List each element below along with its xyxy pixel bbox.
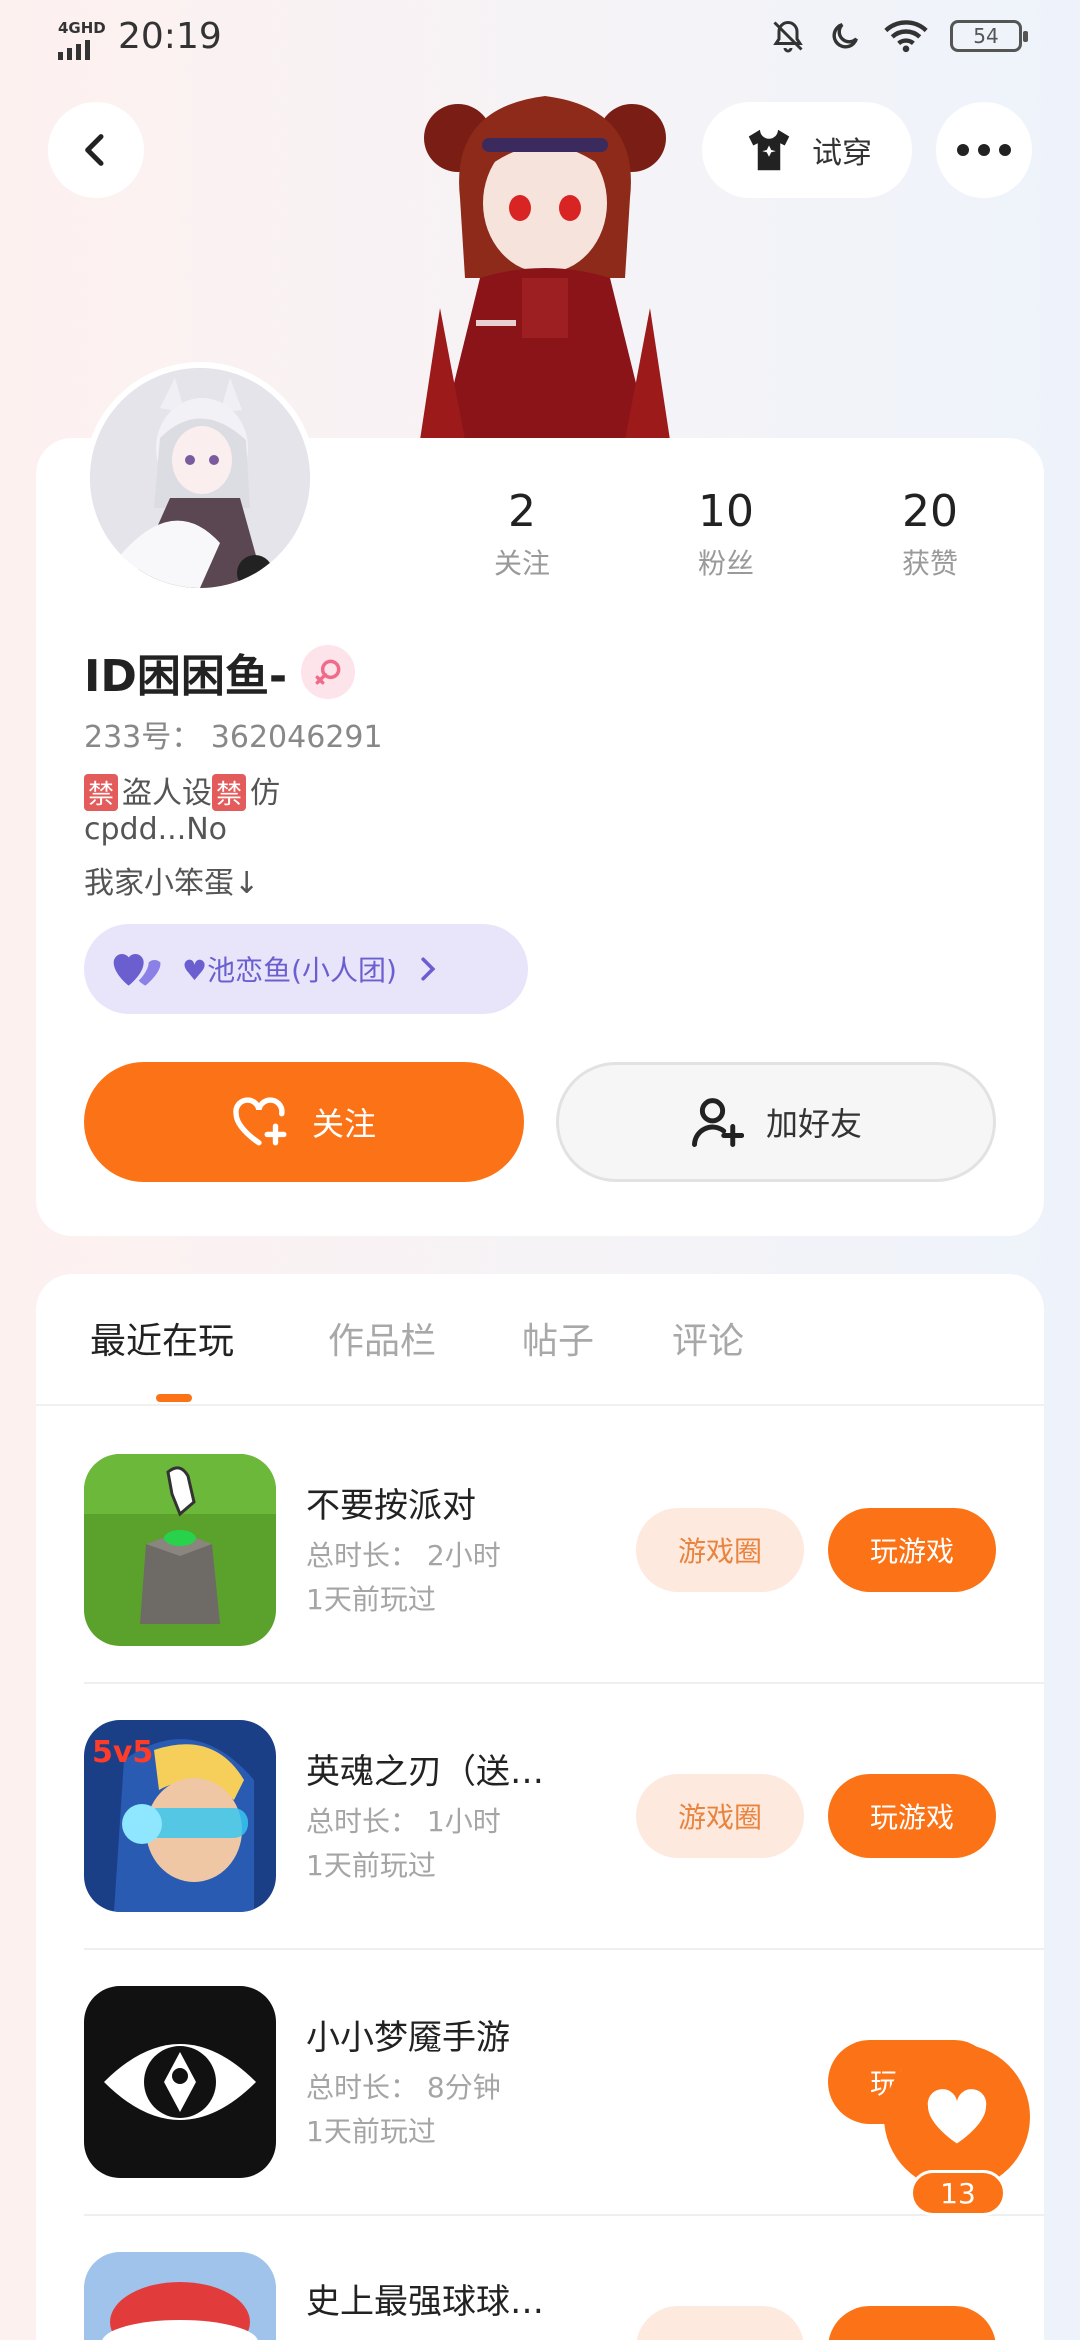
stat-likes[interactable]: 20 获赞 <box>860 486 1000 582</box>
tab-recently-played[interactable]: 最近在玩 <box>90 1312 234 1364</box>
game-name: 史上最强球球… <box>306 2282 544 2322</box>
fan-group-button[interactable]: ♥池恋鱼(小人团) <box>84 924 528 1014</box>
back-button[interactable] <box>48 102 144 198</box>
game-duration: 总时长： 8分钟 <box>306 2071 501 2104</box>
tab-comments[interactable]: 评论 <box>672 1312 744 1364</box>
signal-icon <box>58 40 106 60</box>
bio-line-1: 禁盗人设禁仿 <box>84 768 280 812</box>
tab-posts[interactable]: 帖子 <box>522 1312 594 1364</box>
game-icon[interactable]: 5v5 <box>84 1720 276 1912</box>
ban-tag: 禁 <box>212 774 247 811</box>
ban-tag: 禁 <box>84 774 119 811</box>
add-friend-button[interactable]: 加好友 <box>556 1062 996 1182</box>
game-circle-button[interactable]: 游戏圈 <box>636 1774 804 1858</box>
game-last-played: 1天前玩过 <box>306 1849 436 1882</box>
user-id: 233号： 362046291 <box>84 720 383 755</box>
row-divider <box>84 2214 1044 2216</box>
stat-following[interactable]: 2 关注 <box>452 486 592 582</box>
chevron-right-icon <box>421 957 436 981</box>
character-avatar[interactable] <box>420 78 670 440</box>
row-divider <box>84 1948 1044 1950</box>
tab-divider <box>36 1404 1044 1406</box>
try-on-label: 试穿 <box>812 136 872 171</box>
follow-label: 关注 <box>311 1105 376 1143</box>
name-row: ID困困鱼- <box>84 640 356 704</box>
game-name: 不要按派对 <box>306 1486 476 1526</box>
heart-icon <box>927 2089 987 2144</box>
game-circle-button[interactable]: 游戏圈 <box>636 1508 804 1592</box>
game-icon-image: 5v5 <box>84 1720 276 1912</box>
like-count: 13 <box>910 2170 1006 2216</box>
bell-off-icon <box>773 20 803 53</box>
stat-number: 2 <box>508 486 536 537</box>
game-icon-image <box>84 1454 276 1646</box>
floating-like-button[interactable] <box>884 2044 1030 2190</box>
character-illustration <box>420 96 670 440</box>
game-icon[interactable] <box>84 2252 276 2340</box>
game-duration: 总时长： 2小时 <box>306 1539 501 1572</box>
game-last-played: 1天前玩过 <box>306 1583 436 1616</box>
game-icon-image <box>84 1986 276 2178</box>
game-name: 英魂之刃（送… <box>306 1752 544 1792</box>
play-game-button[interactable] <box>828 2306 996 2340</box>
status-time: 20:19 <box>118 16 222 57</box>
avatar-image <box>90 368 310 588</box>
row-divider <box>84 1682 1044 1684</box>
stat-fans[interactable]: 10 粉丝 <box>656 486 796 582</box>
more-button[interactable] <box>936 102 1032 198</box>
stat-label: 关注 <box>493 547 550 580</box>
moon-icon <box>832 23 858 49</box>
stat-label: 粉丝 <box>697 547 754 580</box>
game-icon[interactable] <box>84 1986 276 2178</box>
female-icon <box>301 645 356 699</box>
try-on-button[interactable]: 试穿 <box>702 102 912 198</box>
game-circle-button[interactable] <box>636 2306 804 2340</box>
double-heart-icon <box>113 954 161 986</box>
stat-number: 10 <box>698 486 754 537</box>
status-bar: 4GHD 20:19 54 <box>0 0 1080 80</box>
follow-button[interactable]: 关注 <box>84 1062 524 1182</box>
avatar[interactable] <box>84 362 316 594</box>
game-row[interactable]: 史上最强球球… <box>84 2252 1044 2340</box>
tab-works[interactable]: 作品栏 <box>328 1312 436 1364</box>
play-game-button[interactable]: 玩游戏 <box>828 1774 996 1858</box>
fan-group-label: ♥池恋鱼(小人团) <box>182 954 397 987</box>
play-game-button[interactable]: 玩游戏 <box>828 1508 996 1592</box>
game-row[interactable]: 5v5 英魂之刃（送… 总时长： 1小时 1天前玩过 游戏圈 玩游戏 <box>84 1720 1044 1986</box>
chevron-left-icon <box>85 134 104 166</box>
svg-text:5v5: 5v5 <box>92 1735 153 1770</box>
more-dots-icon <box>957 144 1011 156</box>
add-friend-label: 加好友 <box>765 1105 862 1143</box>
network-type: 4GHD <box>58 19 106 37</box>
bio-text: 盗人设 <box>122 776 213 811</box>
battery-icon: 54 <box>950 20 1028 52</box>
wifi-icon <box>884 20 928 53</box>
heart-plus-icon <box>233 1097 287 1146</box>
user-name: ID困困鱼- <box>84 651 288 702</box>
bio-line-2: cpdd...No <box>84 812 228 847</box>
stat-label: 获赞 <box>901 547 958 580</box>
tshirt-icon <box>748 129 790 171</box>
game-icon[interactable] <box>84 1454 276 1646</box>
game-name: 小小梦魇手游 <box>306 2018 510 2058</box>
game-last-played: 1天前玩过 <box>306 2115 436 2148</box>
add-user-icon <box>692 1098 744 1147</box>
bio-line-3: 我家小笨蛋↓ <box>84 866 260 901</box>
game-row[interactable]: 不要按派对 总时长： 2小时 1天前玩过 游戏圈 玩游戏 <box>84 1454 1044 1720</box>
game-duration: 总时长： 1小时 <box>306 1805 501 1838</box>
bio-text: 仿 <box>250 776 281 811</box>
status-icons: 54 <box>770 18 1028 54</box>
network-indicator: 4GHD <box>58 20 106 60</box>
tab-indicator <box>156 1394 192 1402</box>
stat-number: 20 <box>902 486 958 537</box>
game-icon-image <box>84 2252 276 2340</box>
